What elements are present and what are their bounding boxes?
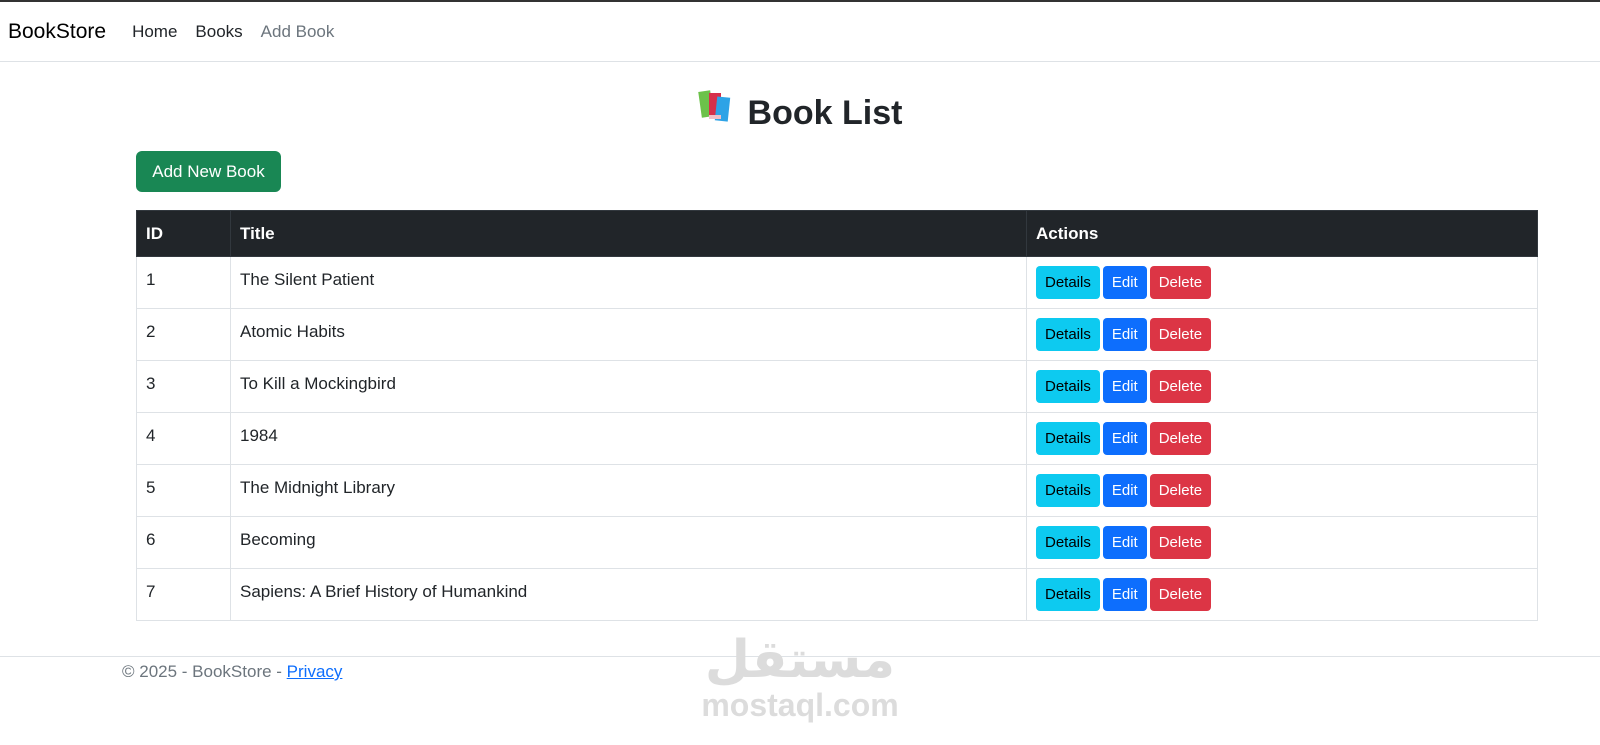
edit-button[interactable]: Edit — [1102, 578, 1147, 611]
delete-button[interactable]: Delete — [1149, 526, 1212, 559]
table-header-row: ID Title Actions — [136, 210, 1538, 257]
book-id-cell: 2 — [136, 308, 231, 361]
page-title: Book List — [0, 88, 1600, 140]
book-id: 6 — [146, 529, 156, 549]
table-row: 4 1984 Details Edit Delete — [136, 412, 1538, 465]
book-title: Sapiens: A Brief History of Humankind — [240, 581, 528, 601]
footer-copyright: © 2025 - BookStore - — [122, 662, 287, 681]
book-id: 1 — [146, 269, 156, 289]
actions-cell: Details Edit Delete — [1026, 308, 1538, 361]
book-title-cell: The Midnight Library — [230, 464, 1027, 517]
book-id: 3 — [146, 373, 156, 393]
book-id-cell: 1 — [136, 256, 231, 309]
actions-cell: Details Edit Delete — [1026, 568, 1538, 621]
nav-link-home[interactable]: Home — [132, 22, 177, 42]
navbar: BookStore Home Books Add Book — [0, 2, 1600, 62]
book-title-cell: Atomic Habits — [230, 308, 1027, 361]
footer: © 2025 - BookStore - Privacy — [122, 662, 342, 682]
column-header-actions: Actions — [1026, 210, 1538, 257]
book-title: The Midnight Library — [240, 477, 395, 497]
book-title-cell: Becoming — [230, 516, 1027, 569]
column-header-title: Title — [230, 210, 1027, 257]
book-title: Atomic Habits — [240, 321, 345, 341]
table-row: 5 The Midnight Library Details Edit Delete — [136, 464, 1538, 517]
book-title: The Silent Patient — [240, 269, 375, 289]
details-button[interactable]: Details — [1036, 474, 1100, 507]
table-row: 2 Atomic Habits Details Edit Delete — [136, 308, 1538, 361]
book-title: Becoming — [240, 529, 316, 549]
nav-link-add-book[interactable]: Add Book — [261, 22, 335, 42]
column-header-id: ID — [136, 210, 231, 257]
delete-button[interactable]: Delete — [1149, 266, 1212, 299]
book-id: 2 — [146, 321, 156, 341]
actions-cell: Details Edit Delete — [1026, 360, 1538, 413]
delete-button[interactable]: Delete — [1149, 318, 1212, 351]
watermark-arabic: مستقل — [704, 630, 896, 690]
book-title: 1984 — [240, 425, 278, 445]
book-title: To Kill a Mockingbird — [240, 373, 396, 393]
actions-cell: Details Edit Delete — [1026, 256, 1538, 309]
watermark-latin: mostaql.com — [701, 687, 899, 723]
details-button[interactable]: Details — [1036, 578, 1100, 611]
actions-cell: Details Edit Delete — [1026, 464, 1538, 517]
nav-link-books[interactable]: Books — [195, 22, 242, 42]
table-row: 6 Becoming Details Edit Delete — [136, 516, 1538, 569]
books-icon — [697, 87, 734, 137]
table-row: 1 The Silent Patient Details Edit Delete — [136, 256, 1538, 309]
privacy-link[interactable]: Privacy — [287, 662, 343, 681]
delete-button[interactable]: Delete — [1149, 578, 1212, 611]
book-title-cell: Sapiens: A Brief History of Humankind — [230, 568, 1027, 621]
delete-button[interactable]: Delete — [1149, 474, 1212, 507]
book-title-cell: To Kill a Mockingbird — [230, 360, 1027, 413]
edit-button[interactable]: Edit — [1102, 422, 1147, 455]
edit-button[interactable]: Edit — [1102, 370, 1147, 403]
edit-button[interactable]: Edit — [1102, 526, 1147, 559]
book-id: 4 — [146, 425, 156, 445]
book-id-cell: 7 — [136, 568, 231, 621]
details-button[interactable]: Details — [1036, 422, 1100, 455]
watermark-logo: مستقل mostaql.com — [700, 632, 900, 722]
book-id-cell: 3 — [136, 360, 231, 413]
edit-button[interactable]: Edit — [1102, 318, 1147, 351]
book-id-cell: 5 — [136, 464, 231, 517]
book-id-cell: 4 — [136, 412, 231, 465]
details-button[interactable]: Details — [1036, 526, 1100, 559]
book-id-cell: 6 — [136, 516, 231, 569]
add-new-book-button[interactable]: Add New Book — [136, 151, 281, 192]
delete-button[interactable]: Delete — [1149, 422, 1212, 455]
book-title-cell: 1984 — [230, 412, 1027, 465]
book-id: 5 — [146, 477, 156, 497]
delete-button[interactable]: Delete — [1149, 370, 1212, 403]
edit-button[interactable]: Edit — [1102, 474, 1147, 507]
details-button[interactable]: Details — [1036, 318, 1100, 351]
actions-cell: Details Edit Delete — [1026, 412, 1538, 465]
details-button[interactable]: Details — [1036, 370, 1100, 403]
details-button[interactable]: Details — [1036, 266, 1100, 299]
book-id: 7 — [146, 581, 156, 601]
brand-link[interactable]: BookStore — [8, 20, 106, 44]
edit-button[interactable]: Edit — [1102, 266, 1147, 299]
books-table: ID Title Actions 1 The Silent Patient Deta… — [136, 210, 1538, 621]
actions-cell: Details Edit Delete — [1026, 516, 1538, 569]
table-row: 3 To Kill a Mockingbird Details Edit Delete — [136, 360, 1538, 413]
page-title-text: Book List — [747, 94, 903, 132]
book-title-cell: The Silent Patient — [230, 256, 1027, 309]
table-row: 7 Sapiens: A Brief History of Humankind De… — [136, 568, 1538, 621]
